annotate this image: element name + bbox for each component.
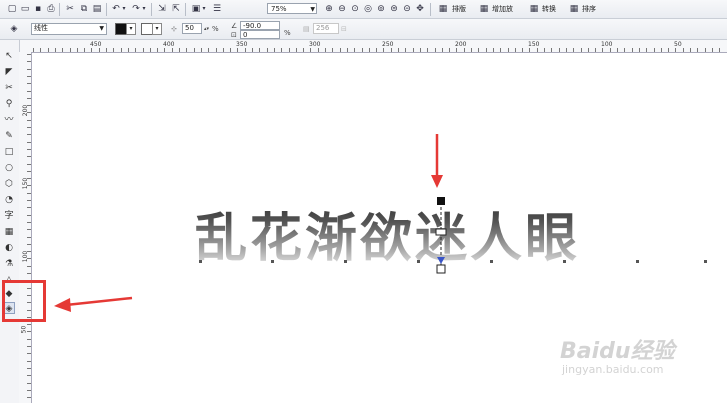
gradient-direction-handle[interactable] <box>437 257 445 264</box>
gradient-end-handle[interactable] <box>436 264 446 274</box>
red-arrow-left <box>65 296 133 307</box>
red-arrow-left-head <box>54 298 71 312</box>
watermark-url: jingyan.baidu.com <box>562 363 664 376</box>
gradient-start-handle[interactable] <box>437 197 445 205</box>
baidu-watermark: Baidu经验 jingyan.baidu.com <box>560 340 675 376</box>
highlight-box <box>2 280 46 322</box>
gradient-midpoint-slider[interactable] <box>435 228 447 236</box>
watermark-brand: Baidu经验 <box>560 339 675 364</box>
red-arrow-down-head <box>431 175 443 188</box>
